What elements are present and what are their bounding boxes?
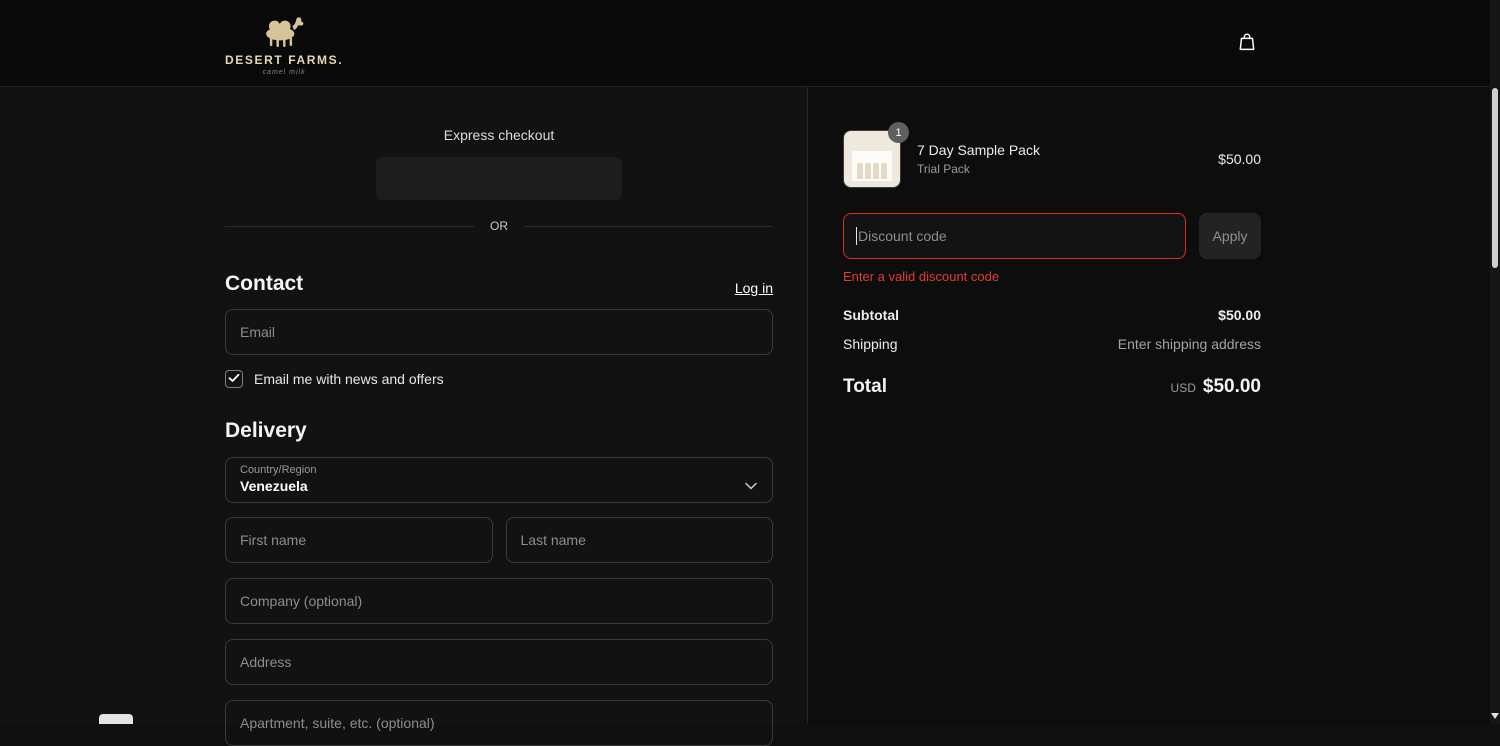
subtotal-label: Subtotal [843,307,899,323]
product-price: $50.00 [1218,151,1261,167]
scrollbar-down-arrow[interactable] [1491,711,1499,721]
shopping-bag-icon [1236,31,1258,56]
quantity-badge: 1 [888,122,909,143]
shipping-label: Shipping [843,336,898,352]
total-row: Total USD $50.00 [843,376,1261,398]
divider-line [524,225,773,227]
total-label: Total [843,376,887,397]
text-cursor [856,227,857,245]
chevron-down-icon [745,477,757,495]
discount-form: Apply [843,213,1261,259]
totals-section: Subtotal $50.00 Shipping Enter shipping … [843,307,1261,398]
express-checkout-title: Express checkout [443,127,555,143]
store-name: DESERT FARMS. [225,52,344,67]
apartment-field[interactable] [225,700,773,746]
subtotal-value: $50.00 [1218,307,1261,323]
divider-line [225,225,474,227]
total-value: $50.00 [1202,376,1261,397]
last-name-field[interactable] [505,517,773,563]
address-field[interactable] [225,639,773,685]
discount-code-input[interactable] [843,213,1186,259]
express-checkout-button[interactable] [376,157,622,200]
country-select-value: Venezuela [240,478,308,494]
newsletter-label: Email me with news and offers [254,371,444,387]
contact-heading: Contact [225,272,304,295]
newsletter-option[interactable]: Email me with news and offers [225,370,773,388]
check-icon [228,370,240,388]
country-select-label: Country/Region [240,464,317,476]
store-tagline: camel milk [262,68,306,76]
country-select[interactable]: Country/Region Venezuela [225,457,773,503]
cart-line-item: 1 7 Day Sample Pack Trial Pack $50.00 [843,122,1261,188]
company-field[interactable] [225,578,773,624]
or-divider-label: OR [490,219,508,233]
first-name-field[interactable] [225,517,493,563]
shipping-row: Shipping Enter shipping address [843,336,1261,352]
store-logo[interactable]: DESERT FARMS. camel milk [225,11,343,76]
checkout-form-panel: Express checkout OR Contact Log in Email… [0,87,808,746]
currency-code: USD [1170,381,1196,395]
checkout-page: DESERT FARMS. camel milk Express checkou… [0,0,1500,746]
product-variant: Trial Pack [917,162,970,176]
bottom-left-widget[interactable] [99,714,133,724]
scrollbar-track[interactable] [1490,0,1500,724]
cart-button[interactable] [1236,31,1258,56]
apply-discount-button[interactable]: Apply [1199,213,1261,259]
subtotal-row: Subtotal $50.00 [843,307,1261,323]
newsletter-checkbox[interactable] [225,370,243,388]
scrollbar-thumb[interactable] [1492,88,1498,268]
discount-error-message: Enter a valid discount code [843,269,1000,284]
email-field[interactable] [225,309,773,355]
or-divider: OR [225,219,773,233]
header: DESERT FARMS. camel milk [0,0,1500,87]
order-summary-panel: 1 7 Day Sample Pack Trial Pack $50.00 Ap… [808,87,1500,724]
login-link[interactable]: Log in [735,280,773,296]
camel-logo-icon [252,15,316,52]
shipping-value: Enter shipping address [1117,336,1261,352]
delivery-heading: Delivery [225,419,307,442]
main-content: Express checkout OR Contact Log in Email… [0,87,1500,746]
product-title: 7 Day Sample Pack [917,142,1040,158]
